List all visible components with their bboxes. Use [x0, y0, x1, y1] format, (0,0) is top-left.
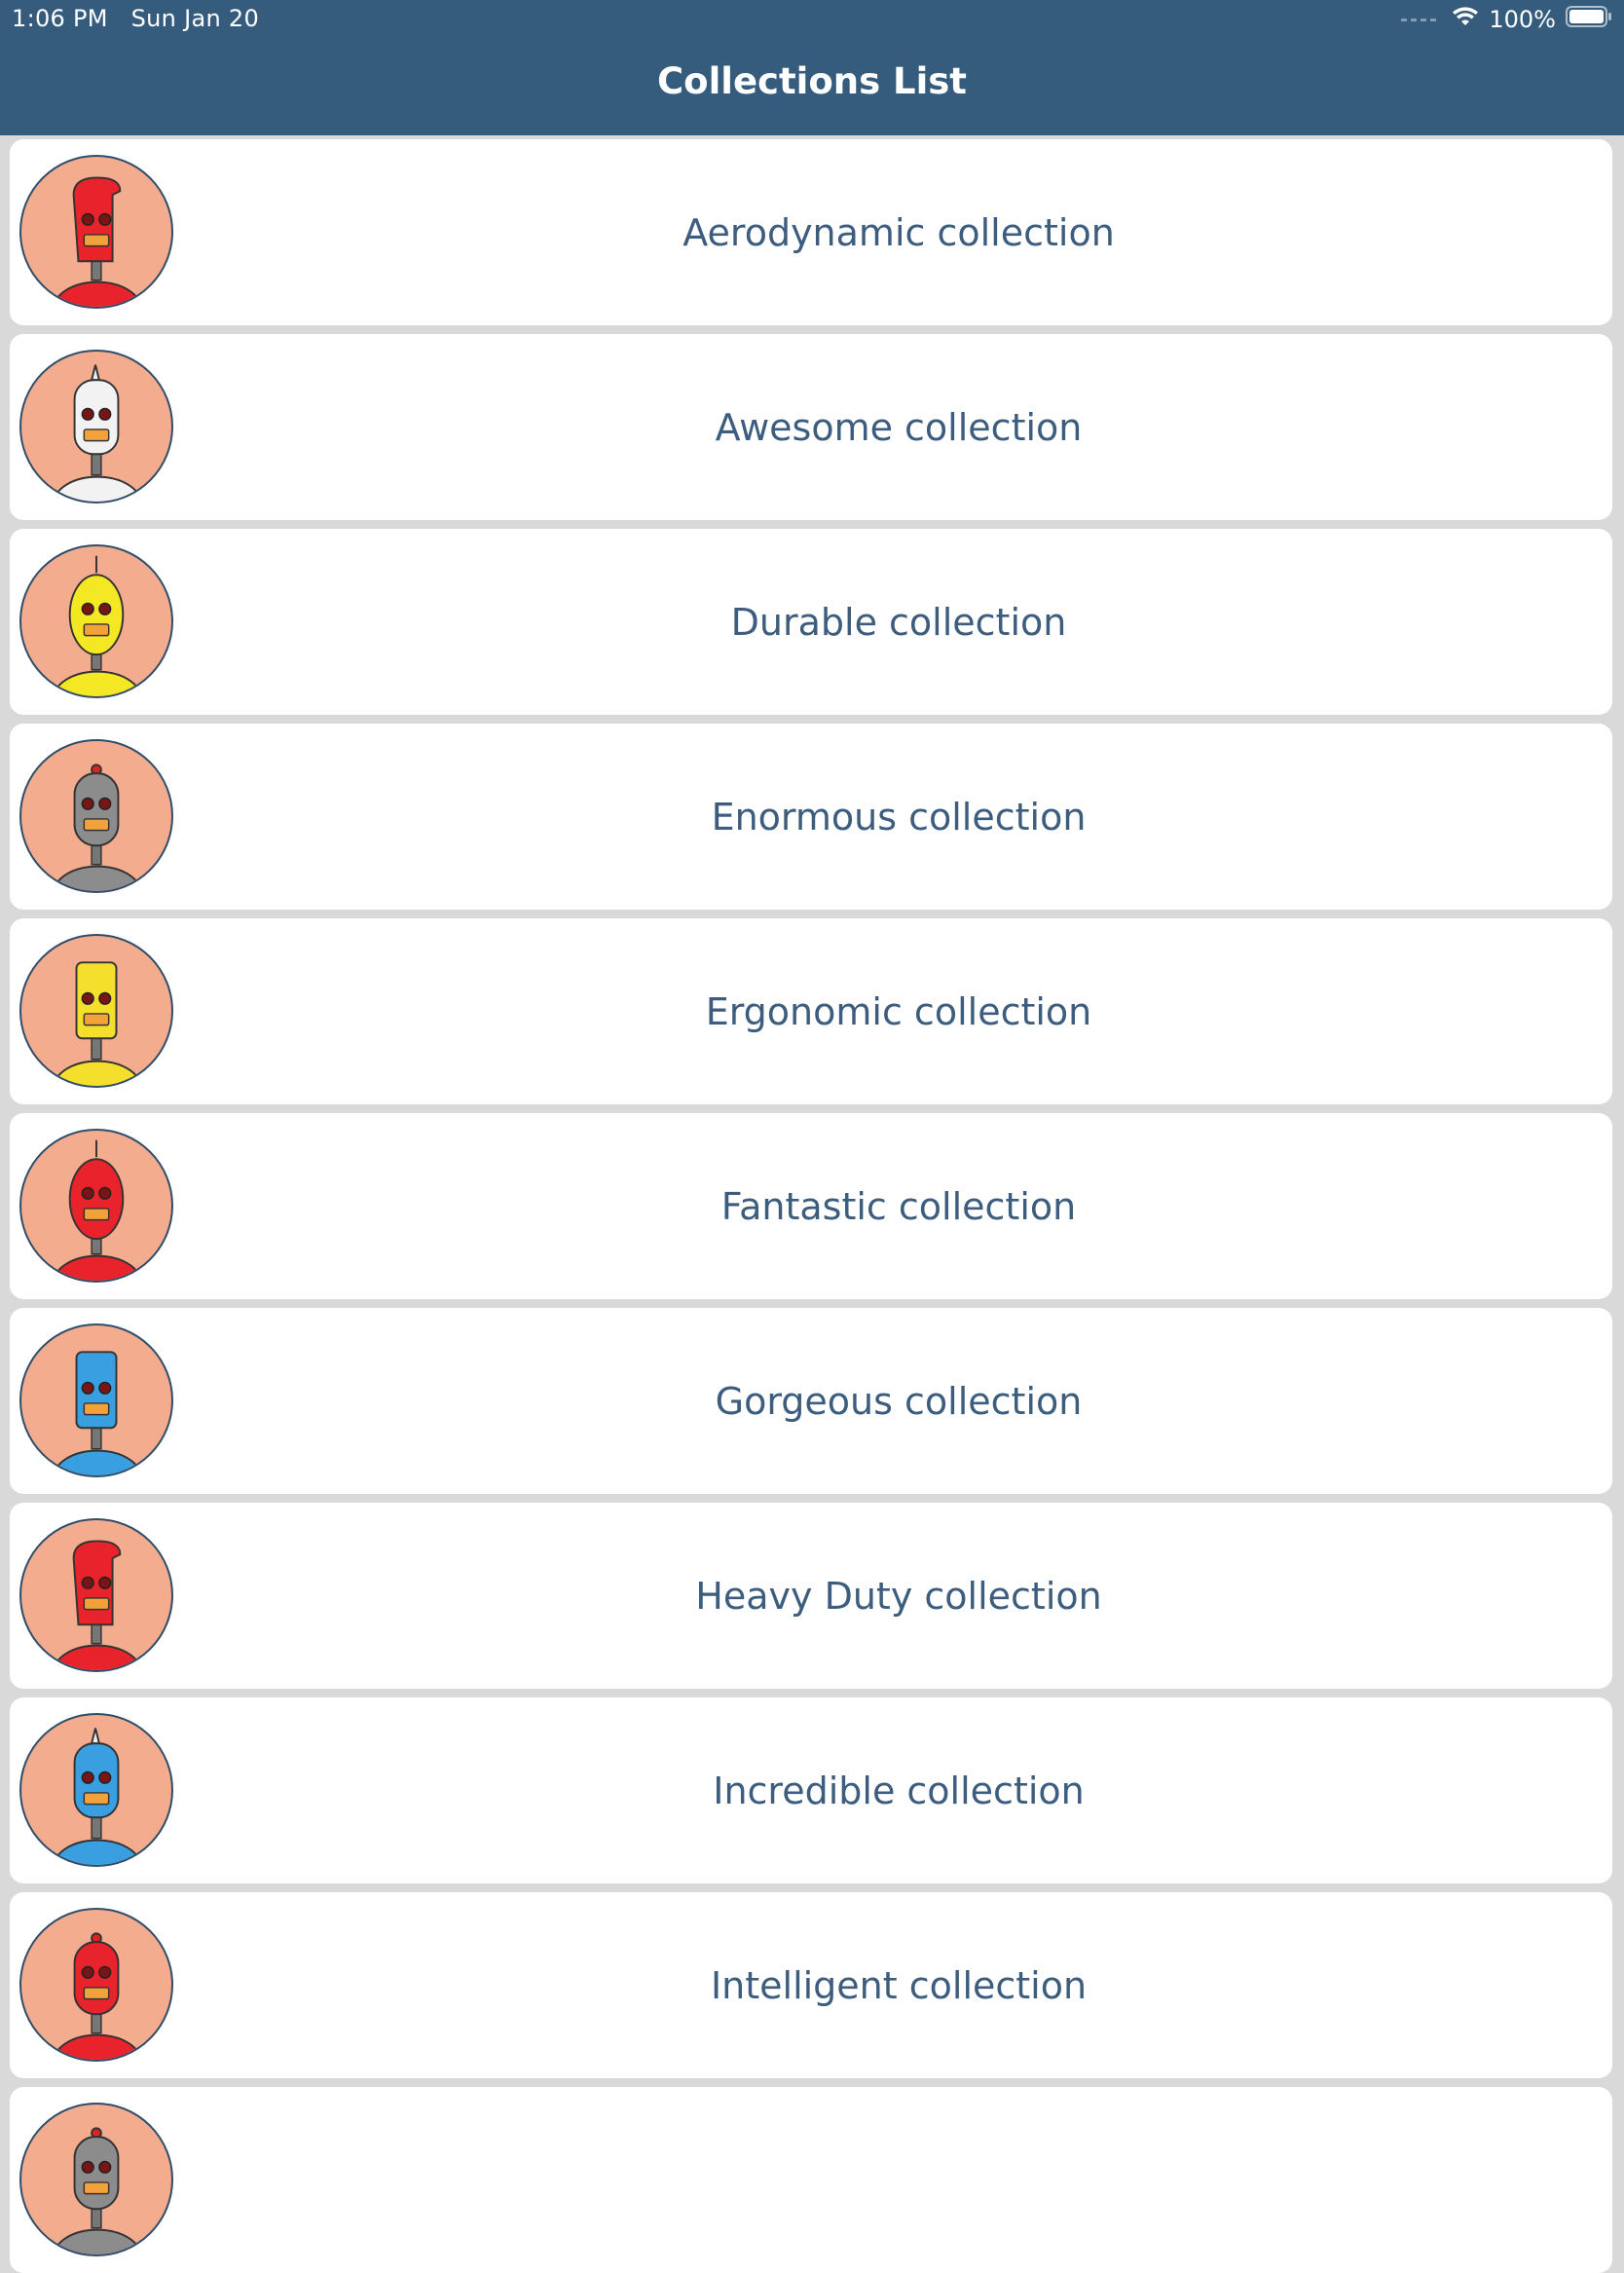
collection-name: Enormous collection	[711, 795, 1087, 838]
collection-name: Incredible collection	[713, 1769, 1085, 1812]
collection-card[interactable]: Fantastic collection	[10, 1113, 1612, 1299]
collection-card[interactable]: Heavy Duty collection	[10, 1503, 1612, 1689]
app-header: 1:06 PM Sun Jan 20 100% Collections List	[0, 0, 1624, 135]
page-title: Collections List	[657, 60, 967, 102]
robot-avatar-red-icon	[19, 1129, 173, 1283]
collection-name: Aerodynamic collection	[683, 210, 1115, 254]
robot-avatar-red-icon	[19, 1518, 173, 1672]
collection-card[interactable]: Durable collection	[10, 529, 1612, 715]
status-indicators: 100%	[1401, 4, 1612, 35]
collection-card[interactable]: Aerodynamic collection	[10, 139, 1612, 325]
collection-name: Ergonomic collection	[705, 989, 1092, 1033]
robot-avatar-gray-icon	[19, 739, 173, 893]
collection-name: Awesome collection	[715, 405, 1083, 449]
collection-name: Heavy Duty collection	[695, 1574, 1102, 1618]
robot-avatar-blue-icon	[19, 1323, 173, 1477]
collection-card[interactable]: Intelligent collection	[10, 1892, 1612, 2078]
robot-avatar-white-icon	[19, 350, 173, 503]
collection-card[interactable]	[10, 2087, 1612, 2273]
battery-percent: 100%	[1489, 6, 1556, 33]
collection-card[interactable]: Ergonomic collection	[10, 918, 1612, 1104]
collection-card[interactable]: Gorgeous collection	[10, 1308, 1612, 1494]
collection-name: Fantastic collection	[720, 1184, 1077, 1228]
status-time: 1:06 PM	[12, 5, 108, 32]
collection-name	[185, 2087, 1612, 2273]
robot-avatar-red-icon	[19, 1908, 173, 2062]
collection-name: Gorgeous collection	[715, 1379, 1083, 1423]
collection-card[interactable]: Enormous collection	[10, 724, 1612, 910]
robot-avatar-yellow-icon	[19, 934, 173, 1088]
robot-avatar-gray-icon	[19, 2103, 173, 2256]
status-date: Sun Jan 20	[130, 5, 260, 32]
robot-avatar-red-icon	[19, 155, 173, 309]
status-time-date: 1:06 PM Sun Jan 20	[12, 5, 259, 32]
robot-avatar-blue-icon	[19, 1713, 173, 1867]
wifi-icon	[1452, 6, 1479, 33]
battery-icon	[1566, 6, 1612, 33]
collection-card[interactable]: Incredible collection	[10, 1697, 1612, 1883]
collection-card[interactable]: Awesome collection	[10, 334, 1612, 520]
collection-name: Intelligent collection	[710, 1963, 1088, 2007]
collection-name: Durable collection	[730, 600, 1067, 644]
robot-avatar-yellow-icon	[19, 544, 173, 698]
cellular-signal-icon	[1401, 18, 1437, 21]
